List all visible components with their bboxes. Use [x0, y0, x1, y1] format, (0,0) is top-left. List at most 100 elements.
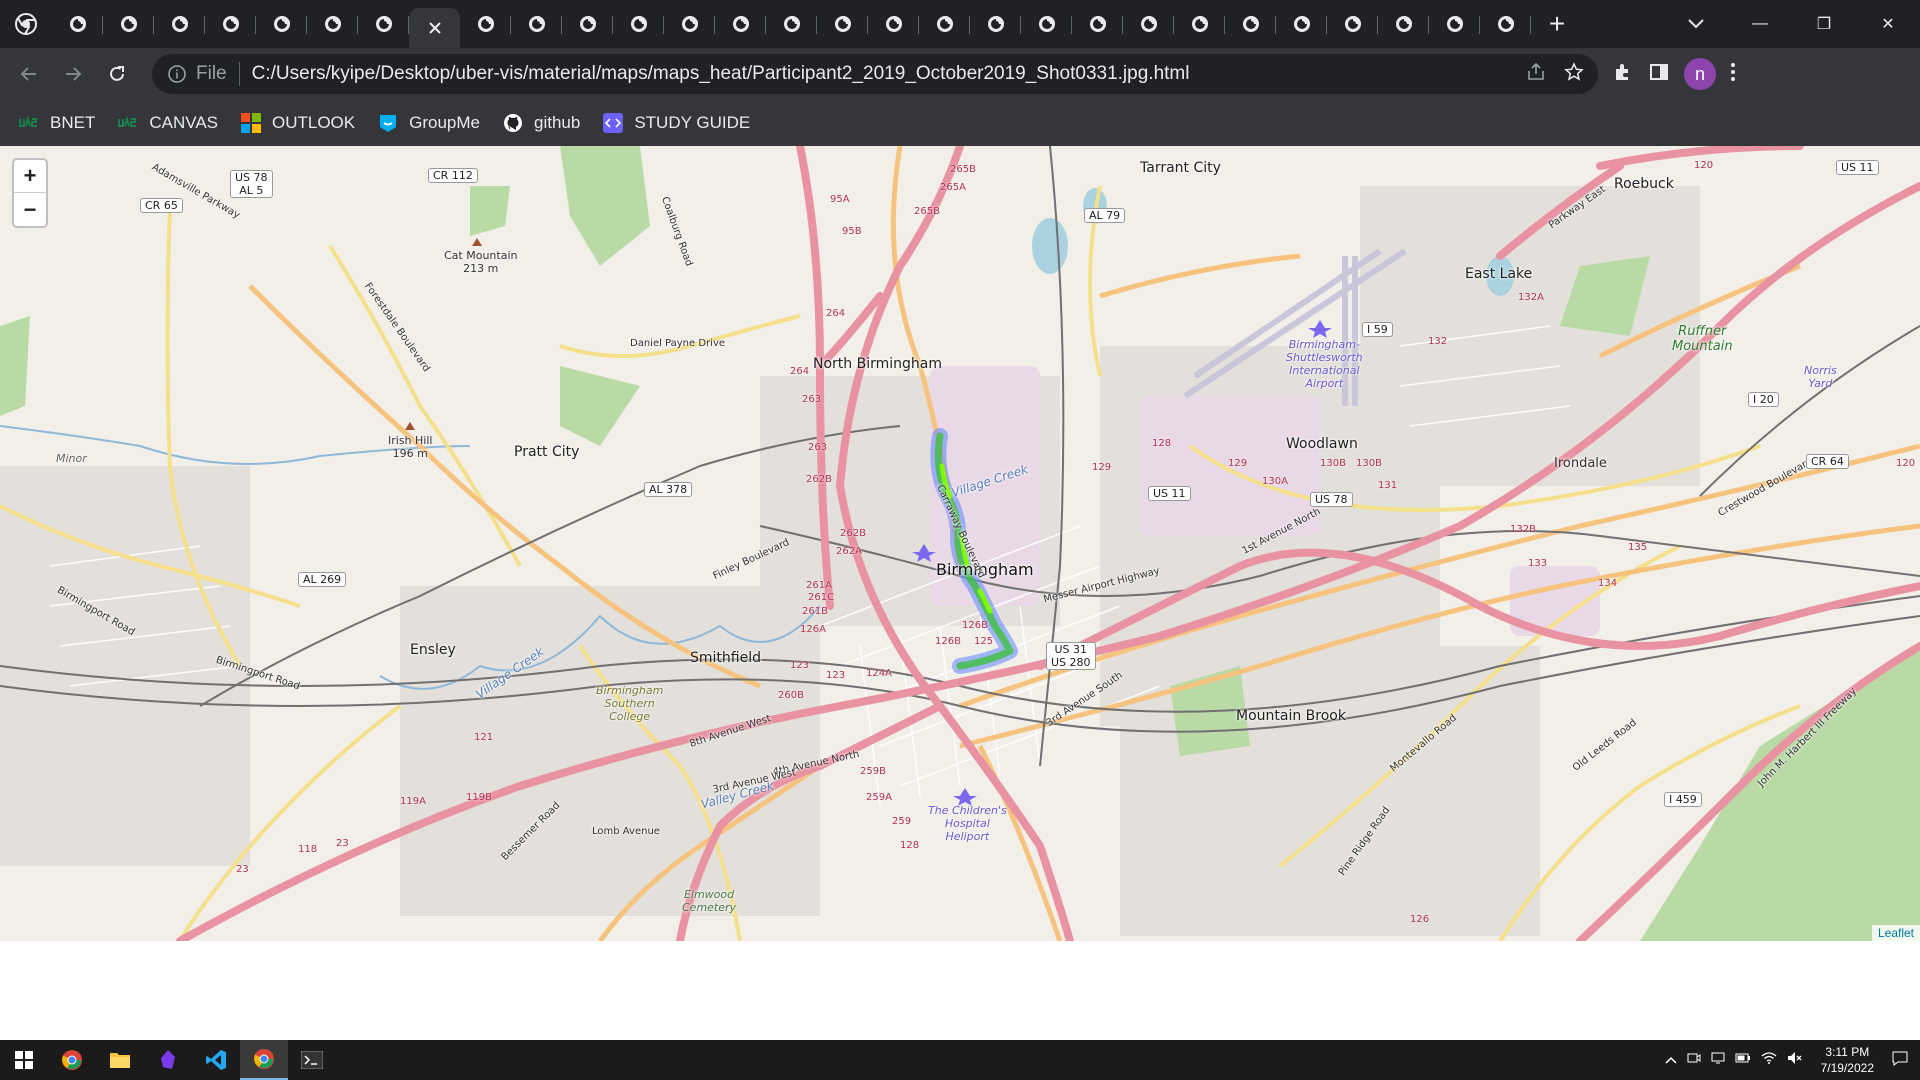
- exit-number: 263: [802, 394, 822, 405]
- zoom-in-button[interactable]: +: [14, 160, 46, 193]
- github-icon: [502, 112, 524, 134]
- exit-number: 119B: [466, 792, 492, 803]
- chevron-up-icon[interactable]: [1665, 1051, 1677, 1069]
- leaflet-map[interactable]: + − Tarrant City Roebuck East Lake Ruffn…: [0, 146, 1920, 941]
- wifi-icon[interactable]: [1761, 1051, 1777, 1069]
- bookmark-groupme[interactable]: GroupMe: [377, 112, 480, 134]
- tab[interactable]: [1225, 0, 1276, 48]
- bookmark-label: GroupMe: [409, 113, 480, 132]
- windows-start-icon[interactable]: [0, 1040, 48, 1080]
- tab[interactable]: [52, 0, 103, 48]
- exit-number: 265A: [940, 182, 966, 193]
- exit-number: 132: [1428, 336, 1448, 347]
- info-icon[interactable]: [166, 63, 188, 85]
- restore-button[interactable]: ❐: [1792, 0, 1856, 48]
- bookmark-outlook[interactable]: OUTLOOK: [240, 112, 355, 134]
- close-window-button[interactable]: ✕: [1856, 0, 1920, 48]
- exit-number: 126B: [935, 636, 961, 647]
- bookmark-bnet[interactable]: BNET: [18, 112, 95, 134]
- bookmark-label: BNET: [50, 113, 96, 132]
- profile-avatar[interactable]: n: [1684, 58, 1716, 90]
- tab[interactable]: [1072, 0, 1123, 48]
- tab[interactable]: [460, 0, 511, 48]
- volume-muted-icon[interactable]: [1787, 1051, 1803, 1070]
- chrome-icon[interactable]: [240, 1040, 288, 1080]
- exit-number: 123: [790, 660, 810, 671]
- file-explorer-icon[interactable]: [96, 1040, 144, 1080]
- exit-number: 130A: [1262, 476, 1288, 487]
- terminal-icon[interactable]: [288, 1040, 336, 1080]
- exit-number: 263: [808, 442, 828, 453]
- zoom-control: + −: [12, 158, 48, 228]
- tab[interactable]: [1276, 0, 1327, 48]
- zoom-out-button[interactable]: −: [14, 193, 46, 226]
- bookmark-study-guide[interactable]: STUDY GUIDE: [602, 112, 750, 134]
- display-icon[interactable]: [1711, 1051, 1725, 1070]
- chrome-icon[interactable]: [48, 1040, 96, 1080]
- vscode-icon[interactable]: [192, 1040, 240, 1080]
- kebab-menu-icon[interactable]: [1730, 61, 1736, 88]
- new-tab-button[interactable]: +: [1531, 0, 1583, 48]
- minimize-button[interactable]: —: [1728, 0, 1792, 48]
- notifications-icon[interactable]: [1892, 1050, 1908, 1071]
- tab[interactable]: [919, 0, 970, 48]
- battery-icon[interactable]: [1735, 1051, 1751, 1069]
- shield-us78-al5: US 78 AL 5: [230, 170, 273, 198]
- tab-close-icon[interactable]: [409, 8, 460, 48]
- tab[interactable]: [1480, 0, 1531, 48]
- tab[interactable]: [868, 0, 919, 48]
- address-bar[interactable]: File C:/Users/kyipe/Desktop/uber-vis/mat…: [152, 54, 1598, 94]
- exit-number: 125: [974, 636, 994, 647]
- shield-us31-us280: US 31 US 280: [1046, 642, 1096, 670]
- bookmark-star-icon[interactable]: [1564, 61, 1584, 87]
- share-icon[interactable]: [1526, 62, 1546, 87]
- place-woodlawn: Woodlawn: [1286, 436, 1358, 452]
- leaflet-attribution-link[interactable]: Leaflet: [1871, 925, 1920, 941]
- tab[interactable]: [1021, 0, 1072, 48]
- shield-i20: I 20: [1748, 392, 1779, 407]
- obsidian-icon[interactable]: [144, 1040, 192, 1080]
- tab[interactable]: [1123, 0, 1174, 48]
- tab[interactable]: [1429, 0, 1480, 48]
- forward-button[interactable]: [54, 55, 92, 93]
- bookmark-label: CANVAS: [149, 113, 218, 132]
- tab[interactable]: [103, 0, 154, 48]
- meet-now-icon[interactable]: [1687, 1051, 1701, 1070]
- tab[interactable]: [358, 0, 409, 48]
- tab[interactable]: [766, 0, 817, 48]
- exit-number: 23: [336, 838, 349, 849]
- exit-number: 23: [236, 864, 249, 875]
- tab[interactable]: [715, 0, 766, 48]
- url-text[interactable]: C:/Users/kyipe/Desktop/uber-vis/material…: [252, 63, 1526, 85]
- tab[interactable]: [205, 0, 256, 48]
- bookmark-github[interactable]: github: [502, 112, 580, 134]
- tab[interactable]: [154, 0, 205, 48]
- place-norris-yard: Norris Yard: [1804, 364, 1837, 390]
- exit-number: 132B: [1510, 524, 1536, 535]
- tab-search-icon[interactable]: [1664, 0, 1728, 48]
- exit-number: 259: [892, 816, 912, 827]
- tab[interactable]: [307, 0, 358, 48]
- exit-number: 123: [826, 670, 846, 681]
- tab[interactable]: [613, 0, 664, 48]
- reload-button[interactable]: [98, 55, 136, 93]
- tab[interactable]: [256, 0, 307, 48]
- tab[interactable]: [970, 0, 1021, 48]
- tab[interactable]: [1327, 0, 1378, 48]
- side-panel-icon[interactable]: [1648, 61, 1670, 88]
- tab[interactable]: [664, 0, 715, 48]
- extensions-icon[interactable]: [1612, 61, 1634, 88]
- back-button[interactable]: [10, 55, 48, 93]
- tab[interactable]: [817, 0, 868, 48]
- bookmark-canvas[interactable]: CANVAS: [117, 112, 218, 134]
- tab-list: [52, 0, 1531, 48]
- tab[interactable]: [1378, 0, 1429, 48]
- system-clock[interactable]: 3:11 PM 7/19/2022: [1821, 1044, 1874, 1076]
- exit-number: 131: [1378, 480, 1398, 491]
- exit-number: 130B: [1320, 458, 1346, 469]
- exit-number: 120: [1896, 458, 1916, 469]
- tab[interactable]: [562, 0, 613, 48]
- tab[interactable]: [511, 0, 562, 48]
- tab[interactable]: [1174, 0, 1225, 48]
- bookmark-label: STUDY GUIDE: [634, 113, 751, 132]
